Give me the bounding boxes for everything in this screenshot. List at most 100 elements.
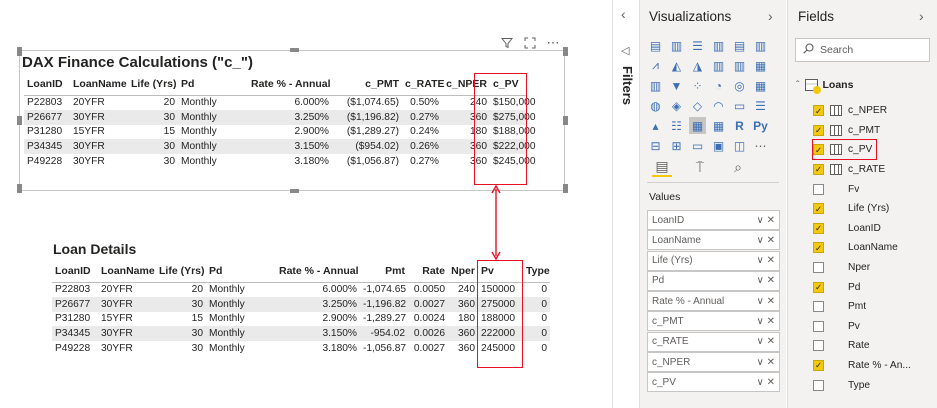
column-header[interactable]: c_RATE: [402, 73, 444, 95]
field-item[interactable]: Rate: [813, 336, 931, 356]
column-header[interactable]: Rate % - Annual: [248, 73, 332, 95]
report-canvas[interactable]: ⋯ DAX Finance Calculations ("c_") LoanID…: [0, 0, 612, 408]
chevron-down-remove-icon[interactable]: ∨ ✕: [757, 377, 775, 388]
waterfall-chart-icon[interactable]: ▥: [647, 77, 664, 94]
field-item[interactable]: ✓ LoanID: [813, 219, 931, 239]
field-well[interactable]: c_PV ∨ ✕: [647, 372, 780, 393]
treemap-icon[interactable]: ▦: [752, 77, 769, 94]
chevron-down-remove-icon[interactable]: ∨ ✕: [757, 215, 775, 226]
field-item[interactable]: Pmt: [813, 297, 931, 317]
field-checkbox[interactable]: ✓: [813, 360, 824, 372]
python-visual-icon[interactable]: Py: [752, 117, 769, 134]
field-well[interactable]: Rate % - Annual ∨ ✕: [647, 291, 780, 312]
analytics-magnifier-icon[interactable]: ⌕: [728, 157, 748, 177]
chevron-down-remove-icon[interactable]: ∨ ✕: [757, 357, 775, 368]
clustered-bar-chart-icon[interactable]: ☰: [689, 37, 706, 54]
field-checkbox[interactable]: [813, 262, 824, 274]
pie-chart-icon[interactable]: ◔: [710, 77, 727, 94]
field-item[interactable]: ✓ LoanName: [813, 238, 931, 258]
resize-handle[interactable]: [290, 48, 299, 52]
column-header[interactable]: LoanName: [70, 73, 128, 95]
format-paint-roller-icon[interactable]: ⍑: [690, 157, 710, 177]
chevron-down-remove-icon[interactable]: ∨ ✕: [757, 235, 775, 246]
chevron-down-remove-icon[interactable]: ∨ ✕: [757, 296, 775, 307]
chevron-left-icon[interactable]: ‹: [621, 6, 626, 22]
matrix-visual-icon[interactable]: ▦: [710, 117, 727, 134]
funnel-chart-icon[interactable]: ▼: [668, 77, 685, 94]
more-visuals-icon[interactable]: ⋯: [752, 137, 769, 154]
column-header[interactable]: LoanName: [98, 260, 156, 282]
shape-map-icon[interactable]: ◇: [689, 97, 706, 114]
field-checkbox[interactable]: ✓: [813, 222, 824, 234]
field-checkbox[interactable]: [813, 320, 824, 332]
100-bar-chart-icon[interactable]: ▤: [731, 37, 748, 54]
field-item[interactable]: ✓ c_PMT: [813, 121, 931, 141]
field-item[interactable]: ✓ Rate % - An...: [813, 356, 931, 376]
field-item[interactable]: Type: [813, 375, 931, 395]
column-header[interactable]: c_PMT: [332, 73, 402, 95]
column-header[interactable]: Nper: [448, 260, 478, 282]
field-checkbox[interactable]: ✓: [813, 164, 824, 176]
column-header[interactable]: LoanID: [52, 260, 98, 282]
field-item[interactable]: Nper: [813, 258, 931, 278]
filters-label[interactable]: Filters: [620, 66, 635, 105]
key-influencers-icon[interactable]: ⊟: [647, 137, 664, 154]
stacked-bar-chart-icon[interactable]: ▤: [647, 37, 664, 54]
column-header[interactable]: Pd: [206, 260, 276, 282]
column-header[interactable]: LoanID: [24, 73, 70, 95]
paginated-report-icon[interactable]: ◫: [731, 137, 748, 154]
field-checkbox[interactable]: ✓: [813, 124, 824, 136]
table-node-loans[interactable]: ˆ Loans: [796, 79, 853, 94]
field-checkbox[interactable]: ✓: [813, 242, 824, 254]
resize-handle[interactable]: [563, 116, 568, 125]
field-well[interactable]: LoanName ∨ ✕: [647, 230, 780, 251]
r-visual-icon[interactable]: R: [731, 117, 748, 134]
smart-narrative-icon[interactable]: ▣: [710, 137, 727, 154]
field-checkbox[interactable]: [813, 379, 824, 391]
field-item[interactable]: ✓ Pd: [813, 277, 931, 297]
resize-handle[interactable]: [563, 47, 568, 56]
column-header[interactable]: Life (Yrs): [128, 73, 178, 95]
field-well[interactable]: c_NPER ∨ ✕: [647, 352, 780, 373]
chevron-right-icon[interactable]: ›: [768, 8, 773, 24]
line-chart-icon[interactable]: ⩘: [647, 57, 664, 74]
field-checkbox[interactable]: ✓: [813, 203, 824, 215]
field-item[interactable]: ✓ c_NPER: [813, 101, 931, 121]
column-header[interactable]: Life (Yrs): [156, 260, 206, 282]
field-checkbox[interactable]: [813, 183, 824, 195]
donut-chart-icon[interactable]: ◎: [731, 77, 748, 94]
field-checkbox[interactable]: ✓: [813, 105, 824, 117]
column-header[interactable]: Rate % - Annual: [276, 260, 360, 282]
field-well[interactable]: LoanID ∨ ✕: [647, 210, 780, 230]
field-well[interactable]: Life (Yrs) ∨ ✕: [647, 250, 780, 271]
resize-handle[interactable]: [17, 184, 22, 193]
table-visual-icon[interactable]: ▦: [689, 117, 706, 134]
gauge-icon[interactable]: ◠: [710, 97, 727, 114]
field-checkbox[interactable]: [813, 340, 824, 352]
multi-row-card-icon[interactable]: ☰: [752, 97, 769, 114]
filter-icon[interactable]: [500, 36, 514, 50]
slicer-icon[interactable]: ☷: [668, 117, 685, 134]
chevron-up-icon[interactable]: ˆ: [796, 79, 800, 91]
field-well[interactable]: c_RATE ∨ ✕: [647, 331, 780, 352]
filled-map-icon[interactable]: ◈: [668, 97, 685, 114]
card-icon[interactable]: ▭: [731, 97, 748, 114]
line-stacked-column-icon[interactable]: ▥: [731, 57, 748, 74]
chevron-down-remove-icon[interactable]: ∨ ✕: [757, 316, 775, 327]
filters-pane-collapsed[interactable]: ‹ ◁ Filters: [612, 0, 640, 408]
area-chart-icon[interactable]: ◭: [668, 57, 685, 74]
field-item[interactable]: ✓ Life (Yrs): [813, 199, 931, 219]
column-header[interactable]: Rate: [408, 260, 448, 282]
field-item[interactable]: ✓ c_RATE: [813, 160, 931, 180]
stacked-area-chart-icon[interactable]: ◮: [689, 57, 706, 74]
column-header[interactable]: Type: [523, 260, 550, 282]
resize-handle[interactable]: [17, 116, 22, 125]
more-options-icon[interactable]: ⋯: [546, 35, 560, 50]
kpi-icon[interactable]: ▴: [647, 117, 664, 134]
column-header[interactable]: Pd: [178, 73, 248, 95]
field-checkbox[interactable]: [813, 301, 824, 313]
field-item[interactable]: Fv: [813, 179, 931, 199]
funnel-collapse-icon[interactable]: ◁: [621, 44, 629, 57]
ribbon-chart-icon[interactable]: ▦: [752, 57, 769, 74]
resize-handle[interactable]: [563, 184, 568, 193]
